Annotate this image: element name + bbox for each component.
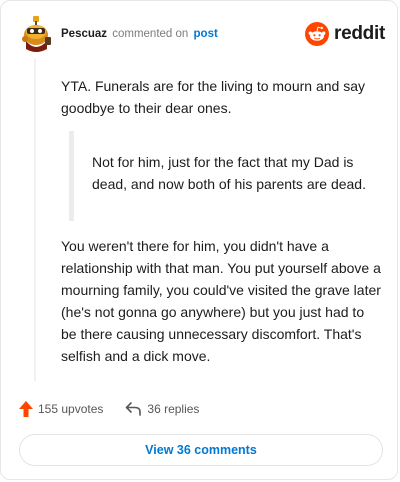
comment-header: Pescuaz commented on post reddit (19, 15, 385, 55)
reddit-snoo-logo-icon (305, 22, 330, 46)
quote-text: Not for him, just for the fact that my D… (92, 154, 366, 192)
reply-arrow-icon (126, 402, 142, 416)
reddit-logo[interactable]: reddit (305, 21, 385, 47)
header-text: Pescuaz commented on post (61, 27, 218, 41)
comment-card: Pescuaz commented on post reddit YTA. Fu… (0, 0, 398, 480)
comment-paragraph: YTA. Funerals are for the living to mour… (61, 78, 365, 116)
username-link[interactable]: Pescuaz (61, 28, 107, 40)
reddit-wordmark: reddit (334, 23, 385, 44)
thread-line[interactable] (34, 59, 36, 381)
upvote-stat[interactable]: 155 upvotes (19, 401, 103, 417)
upvote-count: 155 upvotes (38, 402, 104, 416)
reply-count: 36 replies (147, 402, 200, 416)
comment-paragraph: You weren't there for him, you didn't ha… (61, 238, 381, 364)
view-comments-button[interactable]: View 36 comments (19, 434, 383, 466)
user-avatar[interactable] (19, 15, 55, 53)
snoo-avatar-icon (22, 16, 51, 52)
action-text: commented on (112, 28, 189, 40)
comment-body-continued: You weren't there for him, you didn't ha… (61, 235, 383, 367)
blockquote: Not for him, just for the fact that my D… (69, 131, 390, 221)
comment-stats: 155 upvotes 36 replies (19, 399, 199, 419)
post-link[interactable]: post (194, 28, 218, 40)
comment-body: YTA. Funerals are for the living to mour… (61, 75, 383, 119)
reply-stat[interactable]: 36 replies (125, 402, 199, 416)
upvote-arrow-icon (19, 401, 33, 417)
